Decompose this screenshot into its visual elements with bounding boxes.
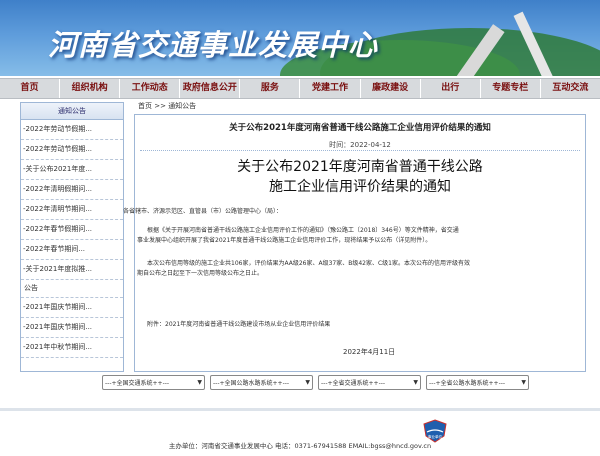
select-value: ---+全省公路水路系统++--- [429, 380, 506, 387]
select-provincial-transport[interactable]: ---+全省交通系统++--- ▼ [318, 375, 421, 390]
sign-date: 2022年4月11日 [343, 348, 396, 356]
salutation: 各省辖市、济源示范区、直管县（市）公路管理中心（局）： [123, 208, 283, 215]
article-headline: 关于公布2021年度河南省普通干线公路 施工企业信用评价结果的通知 [135, 157, 585, 197]
date-label: 时间： [329, 141, 351, 149]
sidebar-link[interactable]: -关于公布2021年度... [21, 160, 123, 180]
sidebar-link[interactable]: -2022年清明节期间... [21, 200, 123, 220]
chevron-down-icon: ▼ [413, 379, 418, 386]
sidebar-link[interactable]: -2022年清明假期问... [21, 180, 123, 200]
main-nav: 首页 组织机构 工作动态 政府信息公开 服务 党建工作 廉政建设 出行 专题专栏… [0, 78, 600, 99]
headline-line: 关于公布2021年度河南省普通干线公路 [237, 159, 483, 175]
nav-item-organization[interactable]: 组织机构 [60, 79, 121, 98]
sidebar-link[interactable]: -2021年国庆节期间... [21, 318, 123, 338]
attachment-link[interactable]: 附件：2021年度河南省普通干线公路建设市场从业企业信用评价结果 [147, 320, 330, 330]
paragraph-line: 本次公布信用等级的施工企业共106家，评价结果为AA级26家、A级37家、B级4… [147, 260, 470, 267]
nav-item-interaction[interactable]: 互动交流 [541, 79, 600, 98]
select-value: ---+全省交通系统++--- [321, 380, 386, 387]
footer-divider [0, 408, 600, 411]
chevron-down-icon: ▼ [521, 379, 526, 386]
chevron-down-icon: ▼ [305, 379, 310, 386]
article-title: 关于公布2021年度河南省普通干线公路施工企业信用评价结果的通知 [229, 123, 491, 133]
sidebar-link[interactable]: -2022年春节假期问... [21, 220, 123, 240]
nav-item-work-news[interactable]: 工作动态 [120, 79, 181, 98]
paragraph: 根据《关于开展河南省普通干线公路施工企业信用评价工作的通知》（豫公路工〔2018… [135, 226, 585, 246]
article-panel: 关于公布2021年度河南省普通干线公路施工企业信用评价结果的通知 时间：2022… [123, 114, 586, 372]
header-banner: 河南省交通事业发展中心 [0, 0, 600, 76]
nav-item-travel[interactable]: 出行 [421, 79, 481, 98]
select-national-highway[interactable]: ---+全国公路水路系统++--- ▼ [210, 375, 313, 390]
sidebar-link[interactable]: -2022年劳动节假期... [21, 140, 123, 160]
headline-line: 施工企业信用评价结果的通知 [269, 179, 451, 195]
sidebar-link[interactable]: -2021年中秋节期间... [21, 338, 123, 358]
nav-item-service[interactable]: 服务 [240, 79, 301, 98]
footer-info: 主办单位：河南省交通事业发展中心 电话：0371-67941588 EMAIL:… [168, 442, 432, 450]
sidebar-header: 通知公告 [21, 103, 123, 120]
nav-item-topics[interactable]: 专题专栏 [481, 79, 541, 98]
site-title: 河南省交通事业发展中心 [48, 28, 379, 62]
sidebar-link[interactable]: -2022年春节期间... [21, 240, 123, 260]
sidebar-section-label: 公告 [21, 280, 123, 298]
breadcrumb-home[interactable]: 首页 [138, 102, 152, 110]
breadcrumb-separator: >> [152, 102, 169, 110]
select-value: ---+全国公路水路系统++--- [213, 380, 290, 387]
nav-item-gov-info[interactable]: 政府信息公开 [180, 79, 241, 98]
article-date: 时间：2022-04-12 [135, 140, 585, 150]
sidebar: 通知公告 -2022年劳动节假期... -2022年劳动节假期... -关于公布… [20, 102, 124, 372]
select-national-transport[interactable]: ---+全国交通系统++--- ▼ [102, 375, 205, 390]
sidebar-link[interactable]: -关于2021年度拟推... [21, 260, 123, 280]
nav-item-home[interactable]: 首页 [0, 79, 61, 98]
date-value: 2022-04-12 [350, 141, 391, 149]
select-value: ---+全国交通系统++--- [105, 380, 170, 387]
divider [140, 150, 580, 151]
link-selects: ---+全国交通系统++--- ▼ ---+全国公路水路系统++--- ▼ ---+… [102, 375, 529, 390]
sidebar-link[interactable]: -2021年国庆节期间... [21, 298, 123, 318]
paragraph-line: 根据《关于开展河南省普通干线公路施工企业信用评价工作的通知》（豫公路工〔2018… [147, 227, 459, 234]
paragraph-line: 事业发展中心组织开展了我省2021年度普通干线公路施工企业信用评价工作，现将结果… [137, 237, 432, 244]
chevron-down-icon: ▼ [197, 379, 202, 386]
paragraph: 本次公布信用等级的施工企业共106家，评价结果为AA级26家、A级37家、B级4… [135, 259, 585, 279]
nav-item-party[interactable]: 党建工作 [300, 79, 361, 98]
nav-item-integrity[interactable]: 廉政建设 [361, 79, 421, 98]
sidebar-link[interactable]: -2022年劳动节假期... [21, 120, 123, 140]
breadcrumb-current[interactable]: 通知公告 [168, 102, 196, 110]
breadcrumb: 首页 >> 通知公告 [138, 101, 196, 111]
badge-text: 事业单位 [428, 434, 443, 439]
paragraph-line: 期自公布之日起至下一次信用等级公布之日止。 [137, 270, 264, 277]
select-provincial-highway[interactable]: ---+全省公路水路系统++--- ▼ [426, 375, 529, 390]
